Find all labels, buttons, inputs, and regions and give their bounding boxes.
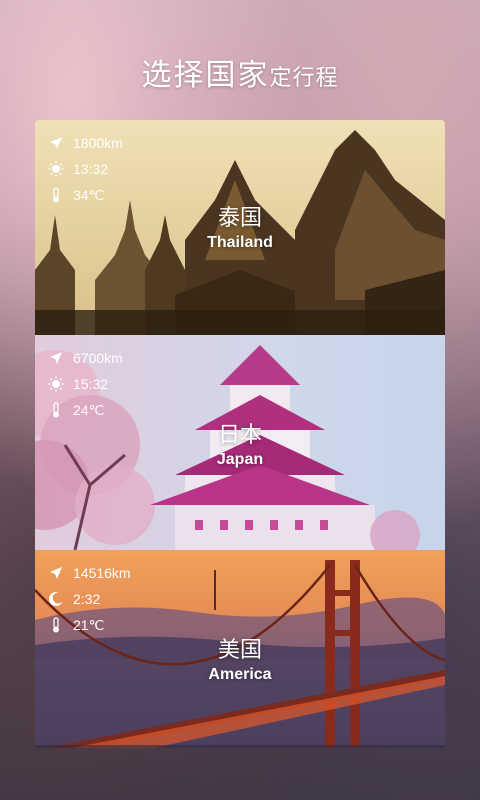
country-name-en: America: [208, 666, 272, 683]
page-title-sub: 定行程: [269, 66, 339, 91]
japan-label: 日本 Japan: [35, 417, 445, 469]
destination-card-thailand[interactable]: 1800km 13:32 34℃ 泰国 Thailand: [35, 120, 445, 335]
time-row: 2:32: [47, 586, 131, 612]
time-value: 13:32: [73, 161, 109, 177]
country-name-cn: 泰国: [217, 206, 262, 231]
thailand-stats: 1800km 13:32 34℃: [47, 130, 123, 208]
country-name-cn: 美国: [217, 638, 262, 663]
time-value: 2:32: [73, 591, 101, 607]
page-title-main: 选择国家: [141, 58, 270, 93]
time-row: 13:32: [47, 156, 123, 182]
distance-value: 14516km: [73, 565, 131, 581]
distance-row: 14516km: [47, 560, 131, 586]
america-label: 美国 America: [35, 632, 445, 684]
time-value: 15:32: [73, 376, 109, 392]
distance-value: 6700km: [73, 350, 123, 366]
location-arrow-icon: [47, 134, 65, 152]
country-name-en: Thailand: [207, 234, 273, 251]
location-arrow-icon: [47, 564, 65, 582]
distance-row: 1800km: [47, 130, 123, 156]
country-name-cn: 日本: [217, 423, 262, 448]
destination-card-japan[interactable]: 6700km 15:32 24℃ 日本 Japan: [35, 335, 445, 550]
temperature-value: 24℃: [73, 401, 105, 418]
page-title: 选择国家定行程: [0, 50, 480, 94]
distance-value: 1800km: [73, 135, 123, 151]
japan-stats: 6700km 15:32 24℃: [47, 345, 123, 423]
distance-row: 6700km: [47, 345, 123, 371]
sun-icon: [47, 375, 65, 393]
sun-icon: [47, 160, 65, 178]
temperature-value: 21℃: [73, 616, 105, 633]
location-arrow-icon: [47, 349, 65, 367]
moon-icon: [47, 590, 65, 608]
time-row: 15:32: [47, 371, 123, 397]
country-name-en: Japan: [216, 451, 264, 468]
destination-card-america[interactable]: 14516km 2:32 21℃ 美国 America: [35, 550, 445, 748]
america-stats: 14516km 2:32 21℃: [47, 560, 131, 638]
thailand-label: 泰国 Thailand: [35, 200, 445, 252]
